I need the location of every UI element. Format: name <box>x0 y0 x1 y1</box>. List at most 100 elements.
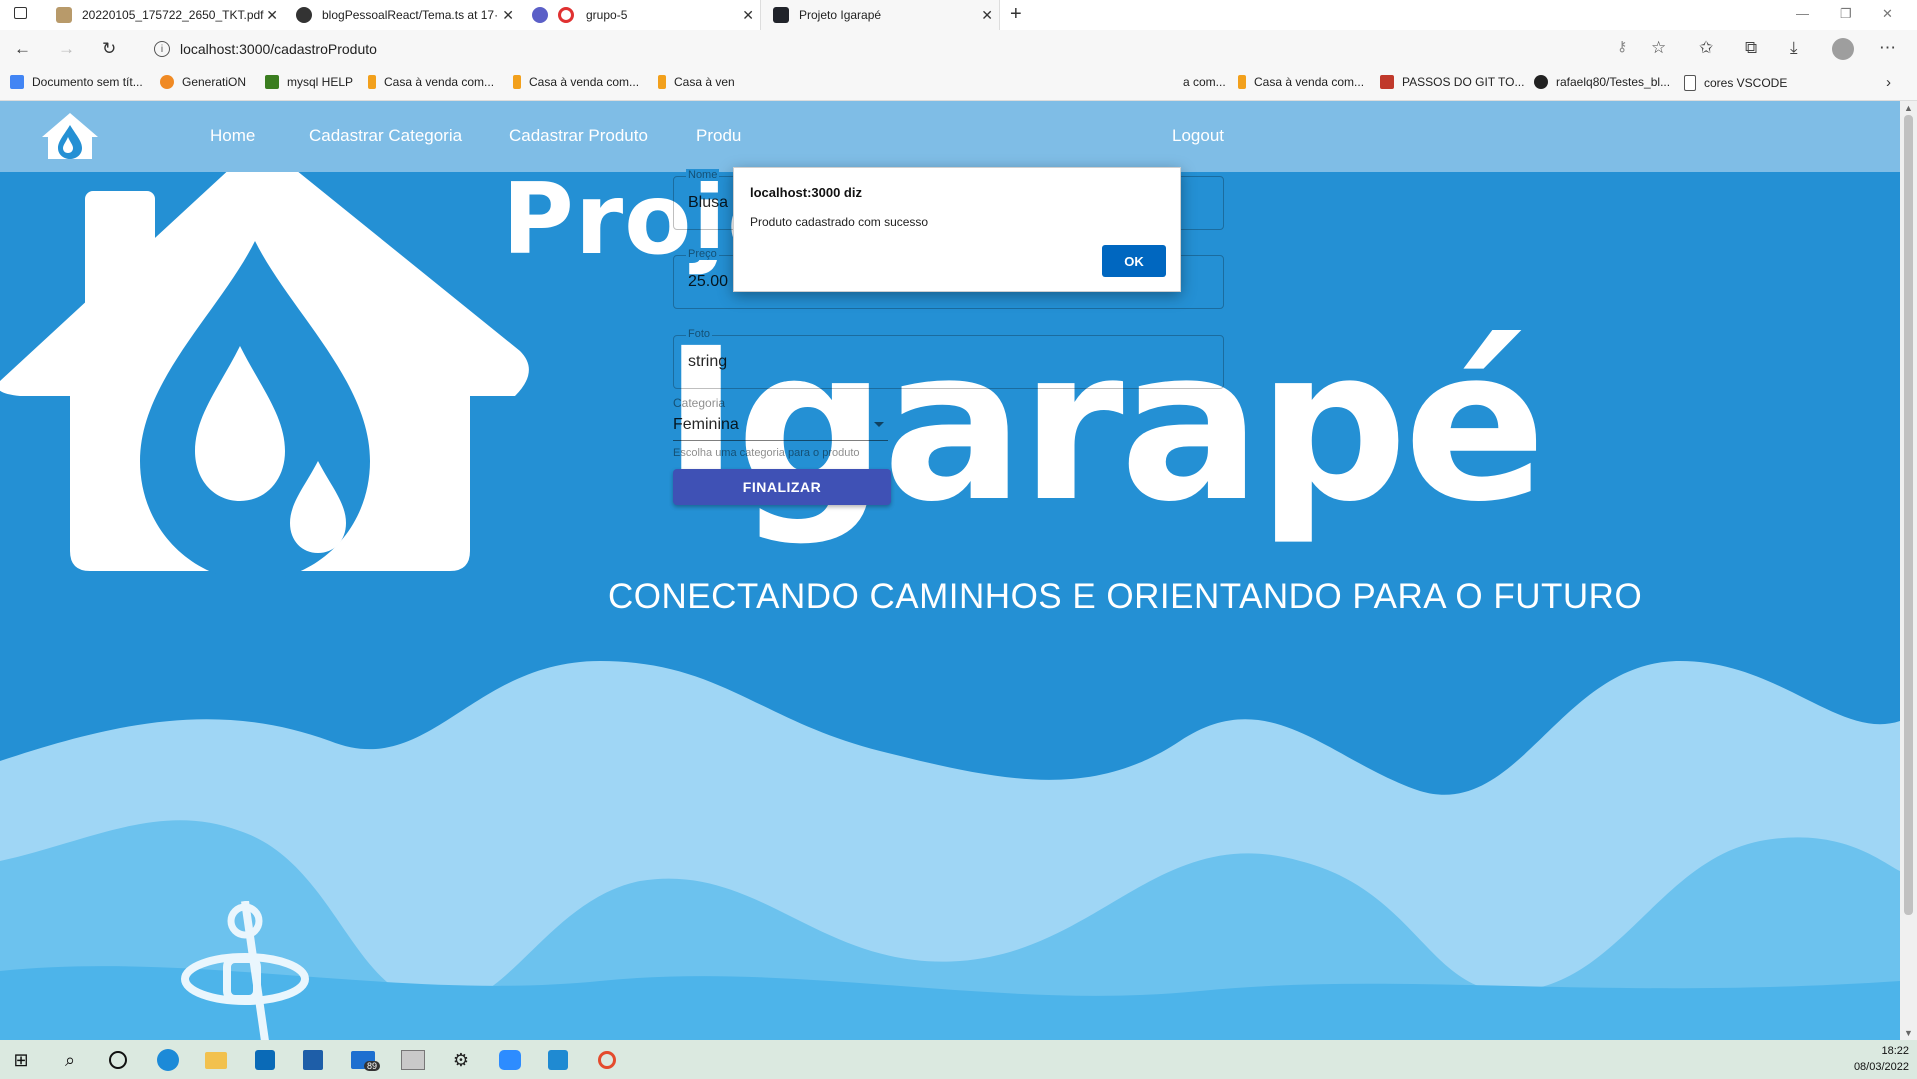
browser-tab-bar: 20220105_175722_2650_TKT.pdf ✕ blogPesso… <box>0 0 1917 31</box>
bookmark-label: GeneratiON <box>182 75 247 89</box>
bookmark-label: Casa à venda com... <box>529 75 640 89</box>
git-client-icon[interactable] <box>594 1047 620 1073</box>
site-info-icon[interactable]: i <box>154 41 170 57</box>
foto-field[interactable]: Foto string <box>673 328 1224 389</box>
github-icon <box>1534 75 1548 89</box>
scroll-up-icon[interactable]: ▲ <box>1904 103 1913 113</box>
finalizar-button[interactable]: FINALIZAR <box>673 469 891 505</box>
tab-title: Projeto Igarapé <box>799 8 882 22</box>
chevron-right-icon[interactable]: › <box>1886 74 1891 91</box>
windows-taskbar: ⊞ ⌕ 89 ⚙ 18:22 08/03/2022 <box>0 1040 1917 1079</box>
bookmark-item[interactable]: Casa à venda com... <box>1238 75 1364 89</box>
bookmark-item[interactable]: cores VSCODE <box>1684 75 1787 91</box>
tab-grupo-5[interactable]: grupo-5 ✕ <box>520 0 760 30</box>
nav-home[interactable]: Home <box>210 126 255 146</box>
cortana-icon[interactable] <box>105 1047 131 1073</box>
chevron-down-icon <box>874 422 884 427</box>
close-icon[interactable]: ✕ <box>981 7 993 24</box>
vscode-icon[interactable] <box>545 1047 571 1073</box>
file-explorer-icon[interactable] <box>203 1047 229 1073</box>
tab-title: 20220105_175722_2650_TKT.pdf <box>82 8 264 22</box>
bookmark-item[interactable]: a com... <box>1183 75 1226 89</box>
address-bar-row: ← → ↻ i localhost:3000/cadastroProduto ⚷… <box>0 30 1917 68</box>
scroll-down-icon[interactable]: ▼ <box>1904 1028 1913 1038</box>
search-icon[interactable]: ⌕ <box>57 1047 83 1073</box>
nav-logout[interactable]: Logout <box>1172 126 1224 146</box>
store-icon[interactable] <box>300 1047 326 1073</box>
clock-date: 08/03/2022 <box>1853 1061 1909 1073</box>
alert-message: Produto cadastrado com sucesso <box>750 215 929 229</box>
house-drop-logo <box>0 141 529 581</box>
bookmark-item[interactable]: Documento sem tít... <box>10 75 143 89</box>
url-input[interactable]: i localhost:3000/cadastroProduto <box>140 35 1640 63</box>
bookmark-item[interactable]: GeneratiON <box>160 75 246 89</box>
mail-icon[interactable]: 89 <box>350 1047 381 1073</box>
url-text: localhost:3000/cadastroProduto <box>180 41 377 57</box>
more-icon[interactable]: ⋯ <box>1879 38 1896 58</box>
w-icon <box>265 75 279 89</box>
house-icon <box>368 75 376 89</box>
tab-github[interactable]: blogPessoalReact/Tema.ts at 17· ✕ <box>284 0 520 30</box>
generation-icon <box>160 75 174 89</box>
home-logo-icon[interactable] <box>42 111 98 163</box>
alert-dialog: localhost:3000 diz Produto cadastrado co… <box>733 167 1181 292</box>
nav-cadastrar-categoria[interactable]: Cadastrar Categoria <box>309 126 462 146</box>
bookmark-item[interactable]: Casa à ven <box>658 75 735 89</box>
recording-icon <box>558 7 574 23</box>
alert-title: localhost:3000 diz <box>750 185 862 200</box>
forward-icon[interactable]: → <box>58 39 75 59</box>
settings-gear-icon[interactable]: ⚙ <box>448 1047 474 1073</box>
close-icon[interactable]: ✕ <box>742 7 754 24</box>
house-icon <box>658 75 666 89</box>
bookmark-label: Casa à venda com... <box>1254 75 1365 89</box>
photos-icon[interactable] <box>400 1047 426 1073</box>
page-icon <box>1684 75 1696 91</box>
favorites-icon[interactable]: ✩ <box>1699 38 1713 58</box>
github-icon <box>296 7 312 23</box>
bookmark-item[interactable]: Casa à venda com... <box>513 75 639 89</box>
minimize-icon[interactable]: — <box>1796 6 1809 21</box>
key-icon[interactable]: ⚷ <box>1617 38 1627 55</box>
dell-icon[interactable] <box>252 1047 278 1073</box>
new-tab-button[interactable]: + <box>1010 3 1022 26</box>
close-icon[interactable]: ✕ <box>502 7 514 24</box>
nome-value: Blusa <box>688 194 729 211</box>
tab-actions-icon[interactable] <box>14 7 27 19</box>
tab-pdf[interactable]: 20220105_175722_2650_TKT.pdf ✕ <box>44 0 284 30</box>
collections-icon[interactable]: ⧉ <box>1745 38 1757 58</box>
edge-icon[interactable] <box>155 1047 181 1073</box>
preco-value: 25.00 <box>688 273 729 290</box>
tab-projeto-igarape[interactable]: Projeto Igarapé ✕ <box>760 0 1000 30</box>
bookmark-item[interactable]: Casa à venda com... <box>368 75 494 89</box>
bookmark-item[interactable]: PASSOS DO GIT TO... <box>1380 75 1524 89</box>
bookmark-label: mysql HELP <box>287 75 354 89</box>
add-favorite-icon[interactable]: ☆ <box>1651 38 1666 58</box>
categoria-value: Feminina <box>673 416 739 433</box>
profile-avatar[interactable] <box>1832 38 1854 60</box>
page-scrollbar[interactable]: ▲ ▼ <box>1900 101 1917 1040</box>
back-icon[interactable]: ← <box>14 39 31 59</box>
downloads-icon[interactable]: ⤓ <box>1790 38 1798 58</box>
nav-produtos[interactable]: Produ <box>696 126 741 146</box>
alert-ok-button[interactable]: OK <box>1102 245 1166 277</box>
categoria-value-box[interactable]: Feminina <box>673 416 888 441</box>
house-icon <box>513 75 521 89</box>
bookmark-label: a com... <box>1183 75 1226 89</box>
tab-title: grupo-5 <box>586 8 628 22</box>
close-icon[interactable]: ✕ <box>266 7 278 24</box>
windows-start-icon[interactable]: ⊞ <box>8 1047 34 1073</box>
foto-value: string <box>688 353 728 370</box>
tab-title: blogPessoalReact/Tema.ts at 17· <box>322 8 499 22</box>
nav-cadastrar-produto[interactable]: Cadastrar Produto <box>509 126 648 146</box>
teams-icon <box>532 7 548 23</box>
zoom-icon[interactable] <box>497 1047 523 1073</box>
reload-icon[interactable]: ↻ <box>102 39 116 59</box>
restore-icon[interactable]: ❐ <box>1840 6 1852 22</box>
scrollbar-thumb[interactable] <box>1904 115 1913 915</box>
bookmark-item[interactable]: mysql HELP <box>265 75 353 89</box>
categoria-select[interactable]: Categoria Feminina Escolha uma categoria… <box>673 396 888 459</box>
close-window-icon[interactable]: ✕ <box>1882 6 1893 22</box>
system-clock[interactable]: 18:22 08/03/2022 <box>1854 1043 1909 1075</box>
bookmark-item[interactable]: rafaelq80/Testes_bl... <box>1534 75 1670 89</box>
bookmark-label: rafaelq80/Testes_bl... <box>1556 75 1671 89</box>
